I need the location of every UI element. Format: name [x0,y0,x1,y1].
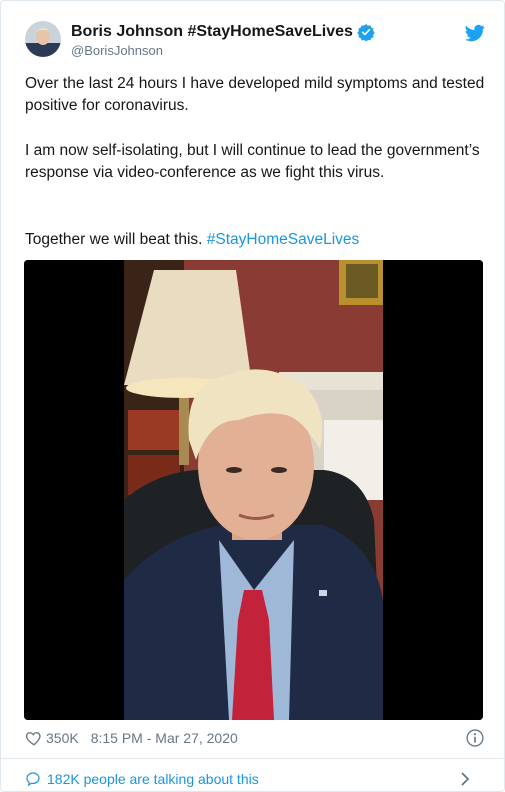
tweet-paragraph-3: Together we will beat this. #StayHomeSav… [25,229,485,251]
twitter-bird-icon[interactable] [465,23,485,43]
display-name: Boris Johnson #StayHomeSaveLives [71,23,353,40]
like-count: 350K [46,730,79,746]
tweet-card: Boris Johnson #StayHomeSaveLives @BorisJ… [0,0,505,792]
conversation-link[interactable]: 182K people are talking about this [25,768,485,790]
tweet-footer: 350K 8:15 PM - Mar 27, 2020 [25,725,485,751]
tweet-paragraph-3-text: Together we will beat this. [25,231,207,248]
video-frame [24,260,483,720]
conversation-label: 182K people are talking about this [47,771,259,787]
user-handle[interactable]: @BorisJohnson [71,43,163,58]
verified-badge-icon [357,23,375,42]
tweet-timestamp[interactable]: 8:15 PM - Mar 27, 2020 [91,730,238,746]
display-name-row[interactable]: Boris Johnson #StayHomeSaveLives [71,23,375,42]
video-player[interactable] [24,260,483,720]
info-icon[interactable] [465,728,485,748]
like-button[interactable]: 350K [25,729,79,747]
hashtag-link[interactable]: #StayHomeSaveLives [207,231,360,248]
chevron-right-icon [461,772,470,786]
tweet-header: Boris Johnson #StayHomeSaveLives @BorisJ… [25,21,485,61]
tweet-paragraph-2: I am now self-isolating, but I will cont… [25,142,480,181]
avatar[interactable] [25,21,61,57]
divider [1,758,505,759]
tweet-paragraph-1: Over the last 24 hours I have developed … [25,75,485,114]
speech-bubble-icon [26,772,40,787]
heart-icon [25,732,41,746]
